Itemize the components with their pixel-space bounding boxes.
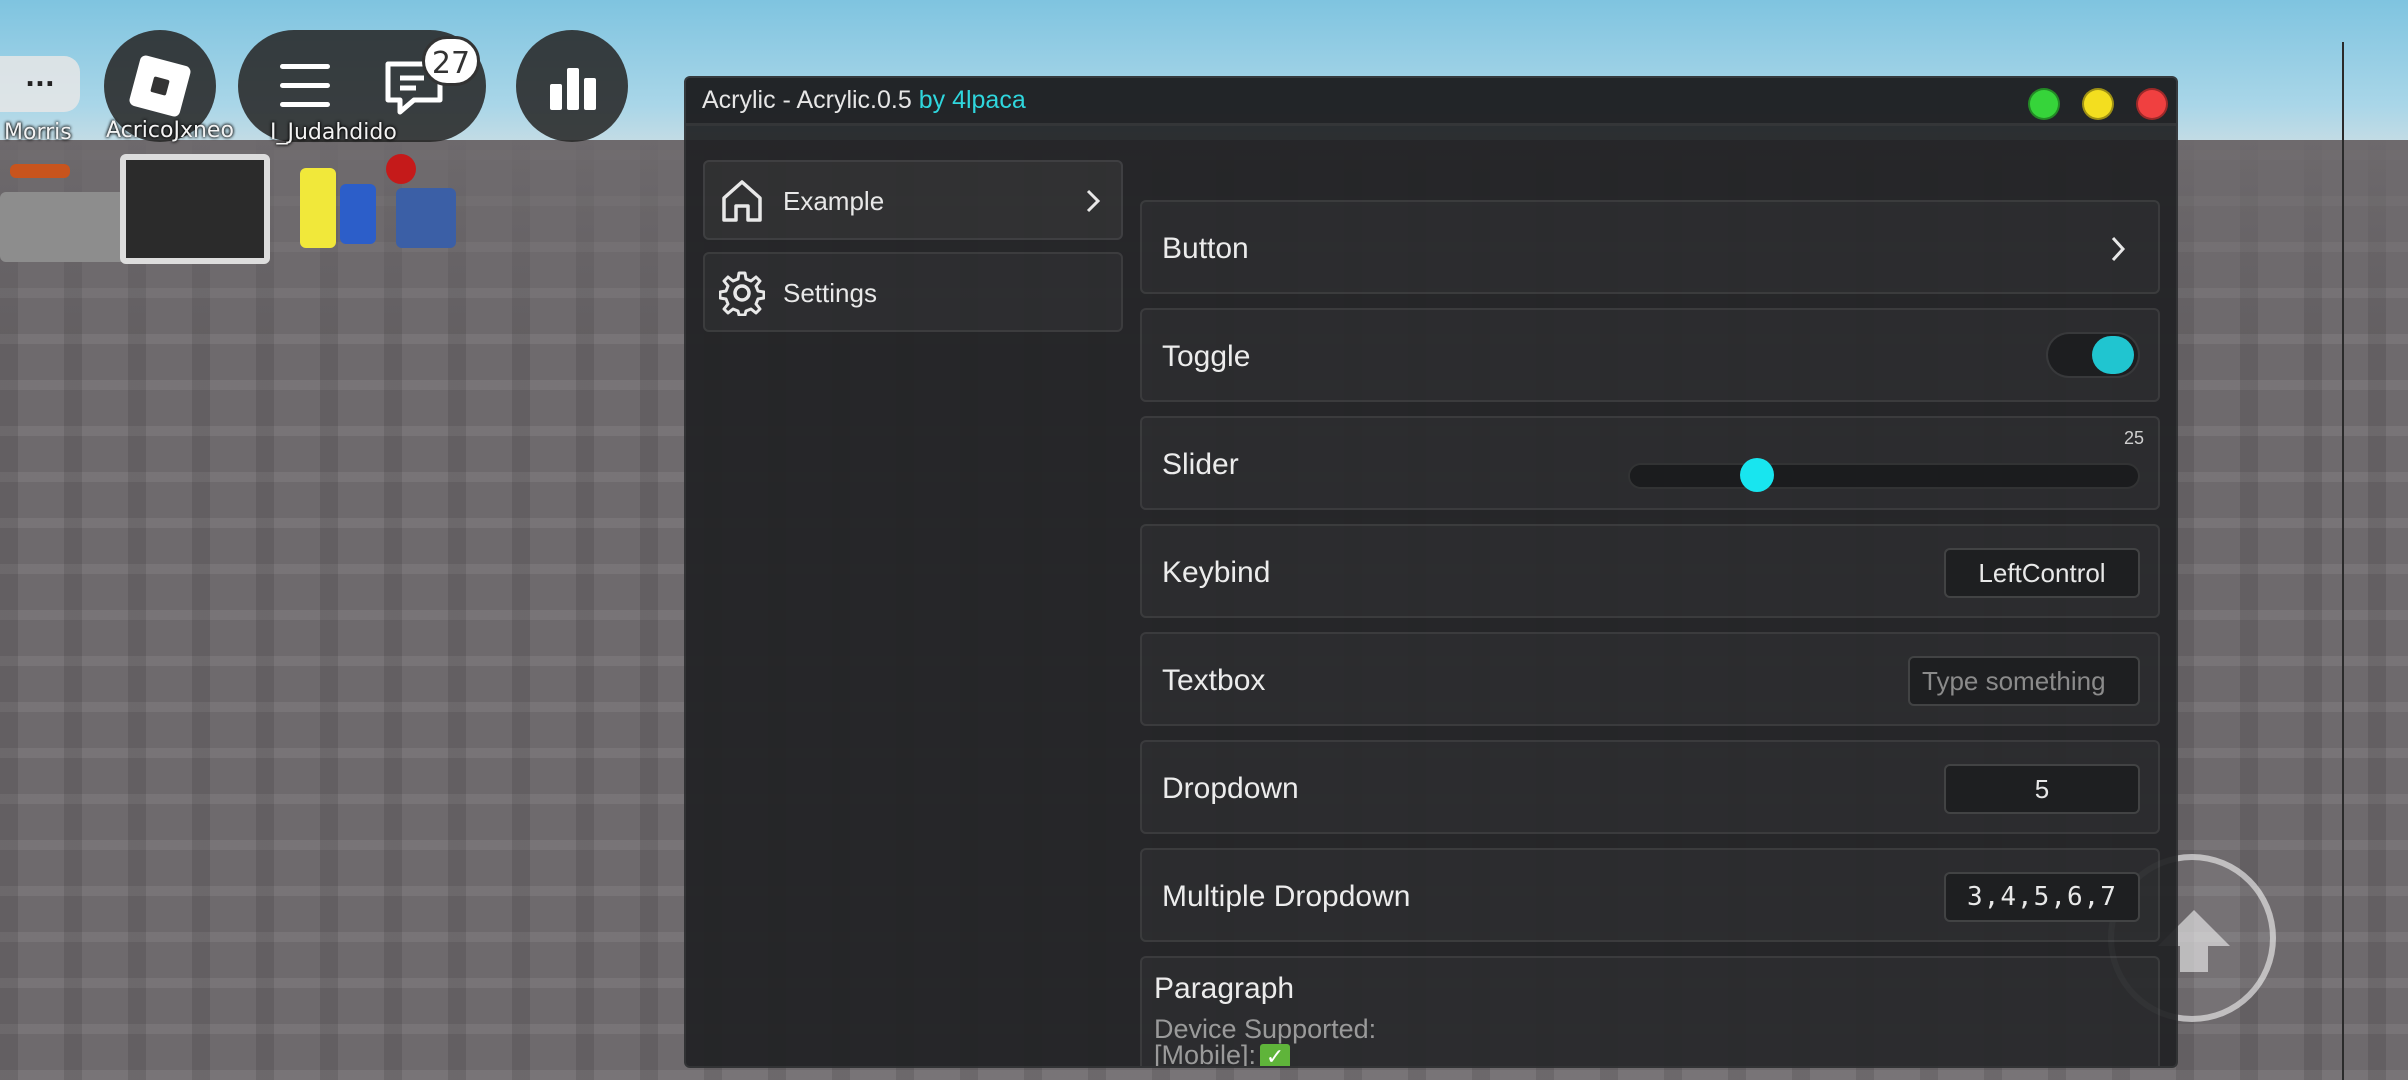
checkmark-icon: ✓ (1260, 1043, 1291, 1066)
acrylic-window[interactable]: Acrylic - Acrylic.0.5 by 4lpaca Example … (684, 76, 2178, 1068)
window-title-text: Acrylic - Acrylic.0.5 (702, 86, 912, 114)
chat-unread-badge: 27 (422, 36, 480, 86)
close-button[interactable] (2136, 88, 2168, 120)
multi-dropdown-select[interactable]: 3,4,5,6,7 (1944, 872, 2140, 922)
player-nametag: I_Judahdido (270, 120, 397, 145)
slider-track[interactable] (1628, 458, 2140, 492)
home-icon (722, 180, 762, 222)
chevron-right-icon (1086, 189, 1101, 213)
textbox-row: Textbox Type something (1140, 632, 2160, 726)
window-author: by 4lpaca (918, 86, 1026, 114)
paragraph-line: [Mobile]: (1154, 1040, 1257, 1068)
toggle-row: Toggle (1140, 308, 2160, 402)
chevron-right-icon (2111, 236, 2126, 262)
keybind-row: Keybind LeftControl (1140, 524, 2160, 618)
avatar (386, 154, 416, 184)
avatar (10, 164, 70, 178)
textbox-input[interactable]: Type something (1908, 656, 2140, 706)
toggle-switch[interactable] (2046, 332, 2140, 378)
gear-icon (719, 271, 765, 316)
toggle-knob (2092, 336, 2134, 374)
paragraph-content: Device Supported: [Mobile]: ✓ (1154, 1016, 1376, 1068)
keybind-button[interactable]: LeftControl (1944, 548, 2140, 598)
element-label: Button (1162, 232, 1249, 265)
avatar (120, 154, 270, 264)
avatar (396, 188, 456, 248)
slider-value: 25 (2123, 428, 2144, 448)
roblox-topbar: ... 27 Morris AcricoJxneo I_Judahdido (0, 0, 660, 150)
avatar (340, 184, 376, 244)
slider-handle[interactable] (1740, 458, 1774, 492)
paragraph: Paragraph Device Supported: [Mobile]: ✓ (1140, 956, 2160, 1068)
minimize-button[interactable] (2082, 88, 2114, 120)
player-avatars (0, 140, 470, 300)
element-label: Toggle (1162, 340, 1251, 373)
tab-label: Example (783, 186, 885, 216)
tab-label: Settings (783, 278, 877, 308)
hamburger-menu-icon[interactable] (280, 64, 330, 108)
player-nametag: AcricoJxneo (106, 118, 234, 143)
divider (2342, 42, 2344, 1080)
multi-dropdown-row: Multiple Dropdown 3,4,5,6,7 (1140, 848, 2160, 942)
maximize-button[interactable] (2028, 88, 2060, 120)
element-label: Textbox (1162, 664, 1266, 697)
paragraph-title: Paragraph (1154, 972, 1295, 1005)
window-titlebar[interactable]: Acrylic - Acrylic.0.5 by 4lpaca (686, 78, 2176, 126)
avatar (300, 168, 336, 248)
tab-settings[interactable]: Settings (703, 252, 1123, 332)
slider-row: Slider 25 (1140, 416, 2160, 510)
slider-fill (1630, 465, 1757, 487)
element-label: Keybind (1162, 556, 1271, 589)
tab-example[interactable]: Example (703, 160, 1123, 240)
element-label: Multiple Dropdown (1162, 880, 1411, 913)
element-label: Slider (1162, 448, 1239, 481)
roblox-logo-icon (128, 54, 192, 118)
dropdown-select[interactable]: 5 (1944, 764, 2140, 814)
dropdown-row: Dropdown 5 (1140, 740, 2160, 834)
bar-chart-icon (550, 68, 596, 110)
avatar (0, 192, 130, 262)
window-title: Acrylic - Acrylic.0.5 by 4lpaca (702, 86, 1026, 115)
more-button[interactable]: ... (0, 56, 80, 112)
player-nametag: Morris (4, 120, 72, 145)
leaderboard-button[interactable] (516, 30, 628, 142)
element-label: Dropdown (1162, 772, 1299, 805)
example-button[interactable]: Button (1140, 200, 2160, 294)
